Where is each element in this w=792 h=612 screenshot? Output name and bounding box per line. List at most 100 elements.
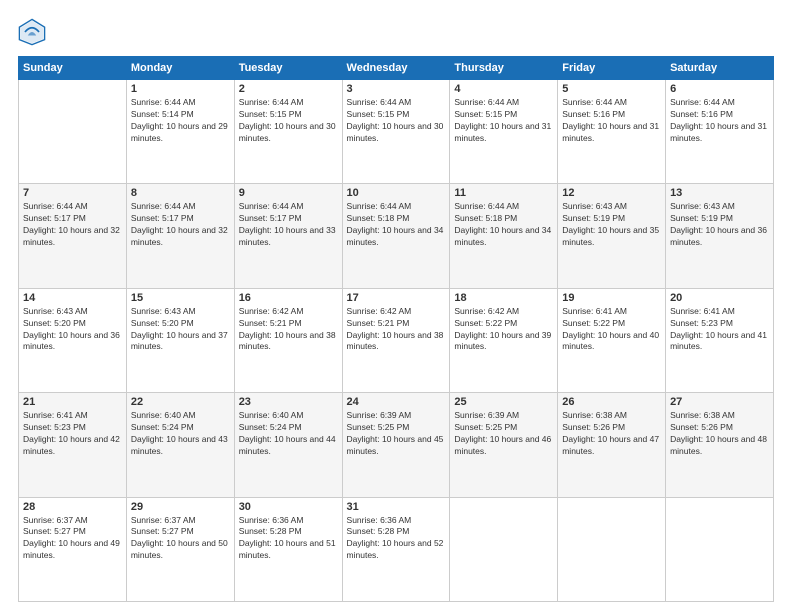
week-row-3: 14 Sunrise: 6:43 AM Sunset: 5:20 PM Dayli… (19, 288, 774, 392)
day-number: 24 (347, 396, 446, 408)
day-info: Sunrise: 6:36 AM Sunset: 5:28 PM Dayligh… (347, 515, 446, 563)
calendar-cell: 15 Sunrise: 6:43 AM Sunset: 5:20 PM Dayli… (126, 288, 234, 392)
logo-icon (18, 18, 46, 46)
day-number: 18 (454, 292, 553, 304)
day-number: 8 (131, 187, 230, 199)
calendar-cell (450, 497, 558, 601)
day-info: Sunrise: 6:39 AM Sunset: 5:25 PM Dayligh… (347, 410, 446, 458)
weekday-header-row: SundayMondayTuesdayWednesdayThursdayFrid… (19, 57, 774, 80)
calendar-cell: 7 Sunrise: 6:44 AM Sunset: 5:17 PM Daylig… (19, 184, 127, 288)
calendar-cell: 12 Sunrise: 6:43 AM Sunset: 5:19 PM Dayli… (558, 184, 666, 288)
weekday-header-friday: Friday (558, 57, 666, 80)
day-info: Sunrise: 6:40 AM Sunset: 5:24 PM Dayligh… (131, 410, 230, 458)
day-number: 6 (670, 83, 769, 95)
calendar-cell: 29 Sunrise: 6:37 AM Sunset: 5:27 PM Dayli… (126, 497, 234, 601)
day-info: Sunrise: 6:44 AM Sunset: 5:17 PM Dayligh… (23, 201, 122, 249)
day-info: Sunrise: 6:44 AM Sunset: 5:15 PM Dayligh… (239, 97, 338, 145)
calendar-cell: 31 Sunrise: 6:36 AM Sunset: 5:28 PM Dayli… (342, 497, 450, 601)
day-number: 13 (670, 187, 769, 199)
calendar-cell: 19Sunrise: 6:41 AM Sunset: 5:22 PM Dayli… (558, 288, 666, 392)
day-number: 2 (239, 83, 338, 95)
calendar-cell: 27 Sunrise: 6:38 AM Sunset: 5:26 PM Dayli… (666, 393, 774, 497)
calendar-cell: 24 Sunrise: 6:39 AM Sunset: 5:25 PM Dayli… (342, 393, 450, 497)
day-info: Sunrise: 6:44 AM Sunset: 5:16 PM Dayligh… (562, 97, 661, 145)
week-row-1: 1Sunrise: 6:44 AM Sunset: 5:14 PM Daylig… (19, 80, 774, 184)
day-info: Sunrise: 6:43 AM Sunset: 5:20 PM Dayligh… (131, 306, 230, 354)
header (18, 18, 774, 46)
calendar-cell (666, 497, 774, 601)
day-number: 3 (347, 83, 446, 95)
day-info: Sunrise: 6:38 AM Sunset: 5:26 PM Dayligh… (670, 410, 769, 458)
day-number: 31 (347, 501, 446, 513)
day-info: Sunrise: 6:36 AM Sunset: 5:28 PM Dayligh… (239, 515, 338, 563)
day-number: 1 (131, 83, 230, 95)
day-info: Sunrise: 6:44 AM Sunset: 5:15 PM Dayligh… (454, 97, 553, 145)
day-number: 4 (454, 83, 553, 95)
day-number: 29 (131, 501, 230, 513)
day-info: Sunrise: 6:38 AM Sunset: 5:26 PM Dayligh… (562, 410, 661, 458)
day-info: Sunrise: 6:37 AM Sunset: 5:27 PM Dayligh… (23, 515, 122, 563)
day-info: Sunrise: 6:40 AM Sunset: 5:24 PM Dayligh… (239, 410, 338, 458)
day-info: Sunrise: 6:44 AM Sunset: 5:17 PM Dayligh… (131, 201, 230, 249)
calendar-cell (19, 80, 127, 184)
calendar-cell: 25 Sunrise: 6:39 AM Sunset: 5:25 PM Dayli… (450, 393, 558, 497)
day-info: Sunrise: 6:44 AM Sunset: 5:15 PM Dayligh… (347, 97, 446, 145)
day-number: 17 (347, 292, 446, 304)
calendar-cell: 17 Sunrise: 6:42 AM Sunset: 5:21 PM Dayli… (342, 288, 450, 392)
weekday-header-wednesday: Wednesday (342, 57, 450, 80)
day-number: 22 (131, 396, 230, 408)
day-info: Sunrise: 6:37 AM Sunset: 5:27 PM Dayligh… (131, 515, 230, 563)
calendar-cell: 22 Sunrise: 6:40 AM Sunset: 5:24 PM Dayli… (126, 393, 234, 497)
day-number: 10 (347, 187, 446, 199)
weekday-header-sunday: Sunday (19, 57, 127, 80)
day-info: Sunrise: 6:39 AM Sunset: 5:25 PM Dayligh… (454, 410, 553, 458)
weekday-header-tuesday: Tuesday (234, 57, 342, 80)
calendar-cell: 6 Sunrise: 6:44 AM Sunset: 5:16 PM Daylig… (666, 80, 774, 184)
day-number: 30 (239, 501, 338, 513)
day-number: 12 (562, 187, 661, 199)
day-info: Sunrise: 6:44 AM Sunset: 5:18 PM Dayligh… (454, 201, 553, 249)
day-number: 11 (454, 187, 553, 199)
day-number: 14 (23, 292, 122, 304)
calendar-cell: 21Sunrise: 6:41 AM Sunset: 5:23 PM Dayli… (19, 393, 127, 497)
day-info: Sunrise: 6:42 AM Sunset: 5:21 PM Dayligh… (347, 306, 446, 354)
day-number: 26 (562, 396, 661, 408)
calendar-cell: 16 Sunrise: 6:42 AM Sunset: 5:21 PM Dayli… (234, 288, 342, 392)
calendar-cell: 9Sunrise: 6:44 AM Sunset: 5:17 PM Daylig… (234, 184, 342, 288)
calendar-cell: 20 Sunrise: 6:41 AM Sunset: 5:23 PM Dayli… (666, 288, 774, 392)
day-info: Sunrise: 6:41 AM Sunset: 5:23 PM Dayligh… (670, 306, 769, 354)
weekday-header-saturday: Saturday (666, 57, 774, 80)
day-info: Sunrise: 6:42 AM Sunset: 5:22 PM Dayligh… (454, 306, 553, 354)
day-number: 16 (239, 292, 338, 304)
calendar-table: SundayMondayTuesdayWednesdayThursdayFrid… (18, 56, 774, 602)
day-info: Sunrise: 6:41 AM Sunset: 5:23 PM Dayligh… (23, 410, 122, 458)
day-number: 15 (131, 292, 230, 304)
calendar-cell: 30 Sunrise: 6:36 AM Sunset: 5:28 PM Dayli… (234, 497, 342, 601)
day-number: 25 (454, 396, 553, 408)
day-info: Sunrise: 6:42 AM Sunset: 5:21 PM Dayligh… (239, 306, 338, 354)
day-number: 5 (562, 83, 661, 95)
logo (18, 18, 50, 46)
calendar-cell: 13 Sunrise: 6:43 AM Sunset: 5:19 PM Dayli… (666, 184, 774, 288)
day-number: 7 (23, 187, 122, 199)
week-row-4: 21Sunrise: 6:41 AM Sunset: 5:23 PM Dayli… (19, 393, 774, 497)
day-number: 27 (670, 396, 769, 408)
page: SundayMondayTuesdayWednesdayThursdayFrid… (0, 0, 792, 612)
day-number: 20 (670, 292, 769, 304)
calendar-cell: 28Sunrise: 6:37 AM Sunset: 5:27 PM Dayli… (19, 497, 127, 601)
calendar-cell: 8 Sunrise: 6:44 AM Sunset: 5:17 PM Daylig… (126, 184, 234, 288)
calendar-cell: 3 Sunrise: 6:44 AM Sunset: 5:15 PM Daylig… (342, 80, 450, 184)
calendar-cell: 26 Sunrise: 6:38 AM Sunset: 5:26 PM Dayli… (558, 393, 666, 497)
calendar-cell: 10 Sunrise: 6:44 AM Sunset: 5:18 PM Dayli… (342, 184, 450, 288)
day-info: Sunrise: 6:43 AM Sunset: 5:19 PM Dayligh… (670, 201, 769, 249)
calendar-cell: 1Sunrise: 6:44 AM Sunset: 5:14 PM Daylig… (126, 80, 234, 184)
calendar-cell: 5 Sunrise: 6:44 AM Sunset: 5:16 PM Daylig… (558, 80, 666, 184)
day-info: Sunrise: 6:43 AM Sunset: 5:19 PM Dayligh… (562, 201, 661, 249)
weekday-header-monday: Monday (126, 57, 234, 80)
day-info: Sunrise: 6:44 AM Sunset: 5:18 PM Dayligh… (347, 201, 446, 249)
day-info: Sunrise: 6:44 AM Sunset: 5:16 PM Dayligh… (670, 97, 769, 145)
calendar-cell: 4 Sunrise: 6:44 AM Sunset: 5:15 PM Daylig… (450, 80, 558, 184)
calendar-cell: 18 Sunrise: 6:42 AM Sunset: 5:22 PM Dayli… (450, 288, 558, 392)
calendar-cell: 23Sunrise: 6:40 AM Sunset: 5:24 PM Dayli… (234, 393, 342, 497)
calendar-cell: 11 Sunrise: 6:44 AM Sunset: 5:18 PM Dayli… (450, 184, 558, 288)
